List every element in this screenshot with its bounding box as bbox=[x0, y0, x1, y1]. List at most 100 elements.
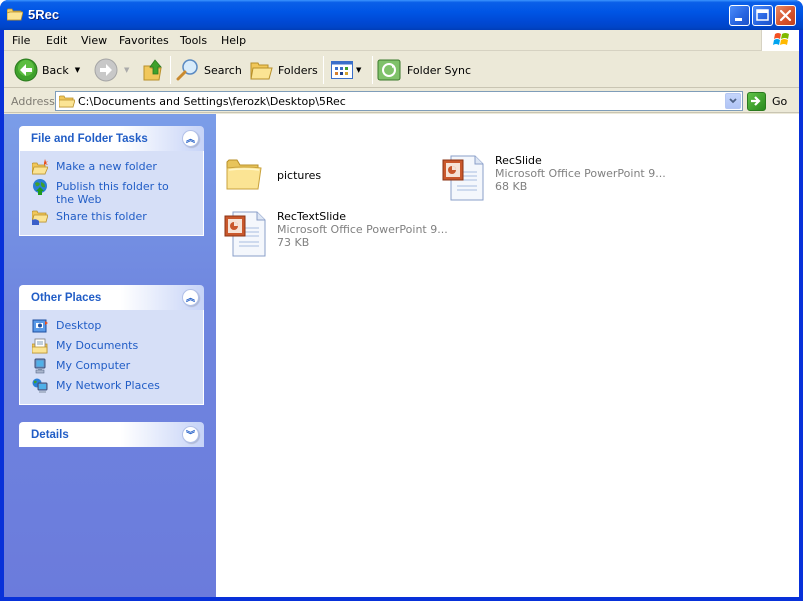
file-name: RecTextSlide bbox=[277, 210, 347, 223]
file-folder-tasks-body: Make a new folder Publish this folder to… bbox=[19, 151, 204, 236]
windows-logo-area bbox=[761, 30, 799, 51]
maximize-icon bbox=[756, 9, 769, 21]
place-desktop[interactable]: Desktop bbox=[20, 318, 203, 338]
task-label: Make a new folder bbox=[56, 160, 157, 173]
back-arrow-icon bbox=[14, 58, 38, 82]
task-label: Share this folder bbox=[56, 210, 147, 223]
close-button[interactable] bbox=[775, 5, 796, 26]
folders-icon bbox=[250, 62, 273, 80]
address-dropdown-button[interactable] bbox=[725, 93, 741, 109]
back-label: Back bbox=[42, 63, 69, 77]
search-icon bbox=[176, 59, 198, 81]
folders-button[interactable]: Folders bbox=[250, 56, 318, 84]
explorer-window: 5Rec File Edit View Favorites Tools Help bbox=[0, 0, 803, 601]
close-icon bbox=[779, 9, 792, 22]
collapse-up-icon[interactable]: ︽ bbox=[182, 289, 199, 306]
place-my-documents[interactable]: My Documents bbox=[20, 338, 203, 358]
details-header[interactable]: Details ︾ bbox=[19, 422, 204, 447]
my-documents-icon bbox=[32, 338, 48, 354]
other-places-header[interactable]: Other Places ︽ bbox=[19, 285, 204, 310]
place-label: Desktop bbox=[56, 319, 102, 332]
views-icon bbox=[331, 61, 353, 79]
other-places-body: Desktop My Documents My Computer My Netw… bbox=[19, 310, 204, 405]
place-my-computer[interactable]: My Computer bbox=[20, 358, 203, 378]
place-label: My Computer bbox=[56, 359, 131, 372]
toolbar-separator bbox=[323, 56, 324, 84]
menu-tools[interactable]: Tools bbox=[180, 34, 207, 47]
go-arrow-icon bbox=[747, 91, 766, 111]
other-places-panel: Other Places ︽ Desktop My Documents My C… bbox=[19, 285, 204, 405]
panel-title: Details bbox=[31, 429, 69, 441]
powerpoint-file-icon bbox=[224, 211, 266, 257]
title-bar[interactable]: 5Rec bbox=[0, 0, 803, 30]
views-dropdown-icon[interactable]: ▼ bbox=[356, 66, 361, 74]
task-label: Publish this folder to the Web bbox=[56, 180, 169, 206]
place-label: My Network Places bbox=[56, 379, 160, 392]
back-dropdown-icon[interactable]: ▼ bbox=[75, 66, 80, 74]
go-button[interactable]: Go bbox=[747, 91, 787, 111]
file-name: pictures bbox=[277, 169, 322, 182]
forward-button[interactable]: ▼ bbox=[94, 56, 129, 84]
address-bar: Address C:\Documents and Settings\ferozk… bbox=[4, 89, 799, 113]
file-view: pictures RecSlide Microsoft Office Power… bbox=[216, 114, 799, 597]
file-type: Microsoft Office PowerPoint 9... bbox=[277, 223, 448, 236]
window-client: File Edit View Favorites Tools Help Back… bbox=[4, 30, 799, 597]
task-share-folder[interactable]: Share this folder bbox=[20, 209, 203, 229]
views-button[interactable]: ▼ bbox=[331, 56, 361, 84]
file-item-powerpoint[interactable]: RecTextSlide Microsoft Office PowerPoint… bbox=[223, 210, 448, 258]
panel-title: File and Folder Tasks bbox=[31, 133, 148, 145]
menu-file[interactable]: File bbox=[12, 34, 30, 47]
go-label: Go bbox=[772, 94, 788, 108]
file-name: RecSlide bbox=[495, 154, 542, 167]
place-label: My Documents bbox=[56, 339, 139, 352]
expand-down-icon[interactable]: ︾ bbox=[182, 426, 199, 443]
desktop-icon bbox=[32, 319, 48, 333]
menu-favorites[interactable]: Favorites bbox=[119, 34, 169, 47]
file-item-folder[interactable]: pictures bbox=[224, 154, 344, 196]
folder-sync-icon bbox=[377, 59, 401, 81]
panel-title: Other Places bbox=[31, 292, 102, 304]
publish-web-icon bbox=[33, 179, 47, 195]
file-size: 73 KB bbox=[277, 236, 310, 249]
folder-icon bbox=[7, 8, 23, 21]
file-size: 68 KB bbox=[495, 180, 528, 193]
minimize-button[interactable] bbox=[729, 5, 750, 26]
maximize-button[interactable] bbox=[752, 5, 773, 26]
powerpoint-file-icon bbox=[442, 155, 484, 201]
toolbar-separator bbox=[170, 56, 171, 84]
up-folder-button[interactable] bbox=[143, 56, 165, 84]
address-input[interactable]: C:\Documents and Settings\ferozk\Desktop… bbox=[55, 91, 743, 111]
menu-edit[interactable]: Edit bbox=[46, 34, 67, 47]
file-type: Microsoft Office PowerPoint 9... bbox=[495, 167, 666, 180]
windows-logo-icon bbox=[773, 33, 789, 45]
my-computer-icon bbox=[34, 358, 46, 374]
share-folder-icon bbox=[32, 210, 48, 225]
menu-view[interactable]: View bbox=[81, 34, 107, 47]
window-bottom-border bbox=[0, 597, 803, 601]
menu-help[interactable]: Help bbox=[221, 34, 246, 47]
place-network-places[interactable]: My Network Places bbox=[20, 378, 203, 398]
new-folder-icon bbox=[32, 159, 48, 175]
back-button[interactable]: Back ▼ bbox=[14, 56, 80, 84]
file-folder-tasks-header[interactable]: File and Folder Tasks ︽ bbox=[19, 126, 204, 151]
search-button[interactable]: Search bbox=[176, 56, 242, 84]
forward-dropdown-icon[interactable]: ▼ bbox=[124, 66, 129, 74]
folders-label: Folders bbox=[278, 63, 318, 77]
folder-icon bbox=[59, 95, 75, 108]
file-item-powerpoint[interactable]: RecSlide Microsoft Office PowerPoint 9..… bbox=[441, 154, 666, 202]
menu-bar: File Edit View Favorites Tools Help bbox=[4, 30, 799, 51]
details-panel: Details ︾ bbox=[19, 422, 204, 447]
toolbar-separator bbox=[372, 56, 373, 84]
file-folder-tasks-panel: File and Folder Tasks ︽ Make a new folde… bbox=[19, 126, 204, 236]
task-publish-folder[interactable]: Publish this folder to the Web bbox=[20, 179, 203, 209]
chevron-down-icon bbox=[729, 98, 737, 104]
address-value: C:\Documents and Settings\ferozk\Desktop… bbox=[78, 95, 346, 108]
task-make-new-folder[interactable]: Make a new folder bbox=[20, 159, 203, 179]
window-title: 5Rec bbox=[28, 7, 60, 22]
collapse-up-icon[interactable]: ︽ bbox=[182, 130, 199, 147]
forward-arrow-icon bbox=[94, 58, 118, 82]
folder-sync-button[interactable]: Folder Sync bbox=[377, 56, 471, 84]
folder-icon bbox=[226, 159, 262, 190]
folder-sync-label: Folder Sync bbox=[407, 63, 472, 77]
address-label: Address bbox=[11, 95, 55, 108]
